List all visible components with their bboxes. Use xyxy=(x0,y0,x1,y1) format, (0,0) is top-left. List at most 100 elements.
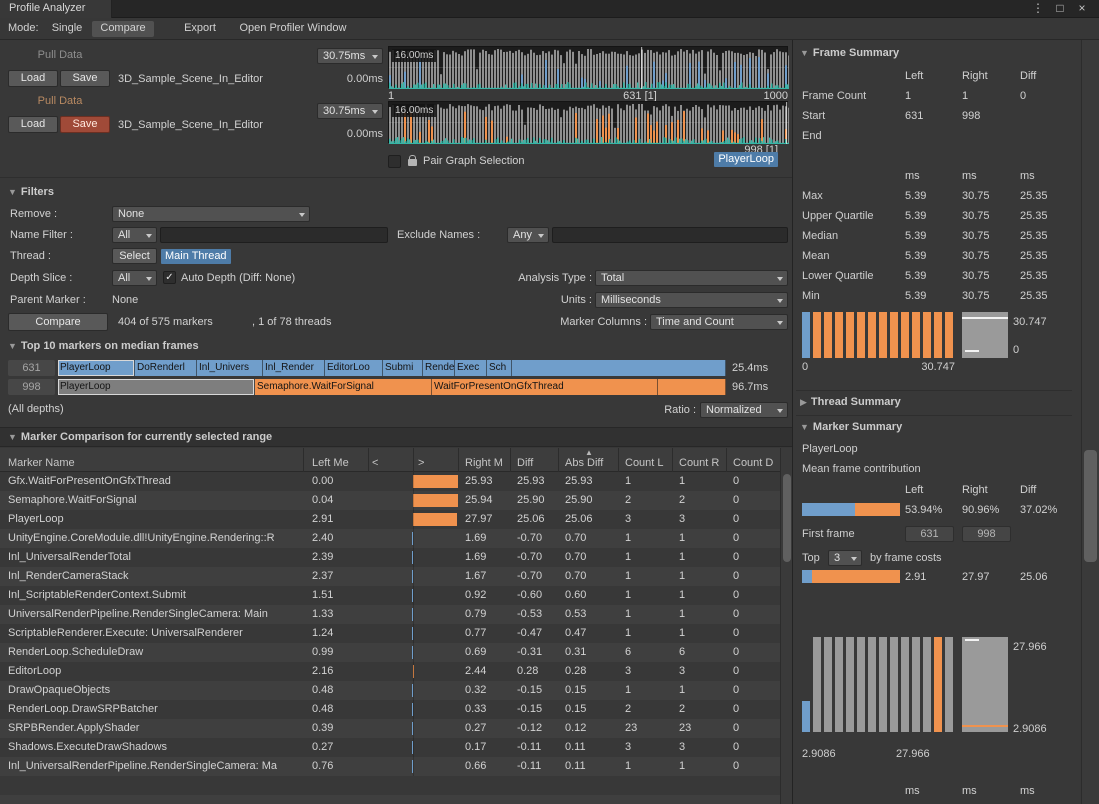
cell-count-right: 1 xyxy=(679,475,725,488)
frame-graph-right[interactable]: 16.00ms xyxy=(388,101,788,143)
save-right-button[interactable]: Save xyxy=(60,116,110,133)
mode-compare-button[interactable]: Compare xyxy=(92,21,154,37)
table-row[interactable]: Semaphore.WaitForSignal0.0425.9425.9025.… xyxy=(0,491,780,510)
top10-segment[interactable]: Sch xyxy=(487,360,512,376)
top10-segment[interactable] xyxy=(512,360,726,376)
top10-segment[interactable]: Inl_Univers xyxy=(197,360,263,376)
ratio-dropdown[interactable]: Normalized xyxy=(700,402,788,418)
top10-segment[interactable]: EditorLoo xyxy=(325,360,383,376)
compare-button[interactable]: Compare xyxy=(8,313,108,331)
pair-graph-selection-checkbox[interactable] xyxy=(388,155,401,168)
cell-count-left: 1 xyxy=(625,570,671,583)
column-header[interactable]: Right M xyxy=(465,457,509,469)
frame-graph-left[interactable]: 16.00ms xyxy=(388,46,788,88)
mode-single-button[interactable]: Single xyxy=(44,21,90,37)
table-row[interactable]: RenderLoop.DrawSRPBatcher0.480.33-0.150.… xyxy=(0,700,780,719)
table-row[interactable]: Gfx.WaitForPresentOnGfxThread0.0025.9325… xyxy=(0,472,780,491)
table-row[interactable]: PlayerLoop2.9127.9725.0625.06330 xyxy=(0,510,780,529)
table-row[interactable]: ScriptableRenderer.Execute: UniversalRen… xyxy=(0,624,780,643)
load-right-button[interactable]: Load xyxy=(8,116,58,133)
top10-segment[interactable]: Semaphore.WaitForSignal xyxy=(255,379,432,395)
cost-left-value: 2.91 xyxy=(905,571,926,583)
cell-count-right: 6 xyxy=(679,646,725,659)
first-frame-right-button[interactable]: 998 xyxy=(962,526,1011,542)
histogram-bar xyxy=(802,701,810,732)
save-left-button[interactable]: Save xyxy=(60,70,110,87)
cell-marker-name: ScriptableRenderer.Execute: UniversalRen… xyxy=(8,627,302,640)
table-row[interactable]: EditorLoop2.162.440.280.28330 xyxy=(0,662,780,681)
window-tab[interactable]: Profile Analyzer xyxy=(0,0,112,18)
depth-slice-dropdown[interactable]: All xyxy=(112,270,157,286)
top10-segment[interactable] xyxy=(658,379,726,395)
top10-segment[interactable]: Inl_Render xyxy=(263,360,325,376)
cell-marker-name: RenderLoop.ScheduleDraw xyxy=(8,646,302,659)
column-header[interactable]: Marker Name xyxy=(8,457,300,469)
first-frame-left-button[interactable]: 631 xyxy=(905,526,954,542)
scrollbar-thumb[interactable] xyxy=(1084,450,1097,562)
exclude-mode-dropdown[interactable]: Any xyxy=(507,227,549,243)
table-row[interactable]: UniversalRenderPipeline.RenderSingleCame… xyxy=(0,605,780,624)
histogram-bar xyxy=(901,312,909,358)
table-row[interactable]: SRPBRender.ApplyShader0.390.27-0.120.122… xyxy=(0,719,780,738)
column-header[interactable]: < xyxy=(372,457,410,469)
column-header[interactable]: Left Me xyxy=(312,457,364,469)
column-header[interactable]: Count L xyxy=(625,457,671,469)
auto-depth-checkbox[interactable]: ✓ xyxy=(163,271,176,284)
marker-summary-header[interactable]: ▼Marker Summary xyxy=(800,421,902,433)
name-filter-mode-dropdown[interactable]: All xyxy=(112,227,157,243)
pull-data-right-button[interactable]: Pull Data xyxy=(30,95,90,107)
thread-select-button[interactable]: Select xyxy=(112,248,157,264)
top10-section-header[interactable]: ▼Top 10 markers on median frames xyxy=(8,340,199,352)
marker-columns-dropdown[interactable]: Time and Count xyxy=(650,314,788,330)
graph-right-scale-dropdown[interactable]: 30.75ms xyxy=(317,103,383,119)
marker-table-scrollbar[interactable] xyxy=(780,448,792,804)
scrollbar-thumb[interactable] xyxy=(783,474,791,562)
column-header[interactable]: Count D xyxy=(733,457,778,469)
graph-left-scale-dropdown[interactable]: 30.75ms xyxy=(317,48,383,64)
filters-section-header[interactable]: ▼Filters xyxy=(8,186,54,198)
diff-bar xyxy=(413,494,458,507)
column-header[interactable]: Count R xyxy=(679,457,725,469)
units-dropdown[interactable]: Milliseconds xyxy=(595,292,788,308)
top-n-dropdown[interactable]: 3 xyxy=(828,550,862,566)
right-panel-scrollbar[interactable] xyxy=(1081,40,1099,804)
thread-summary-header[interactable]: ▶Thread Summary xyxy=(800,396,901,408)
contribution-left-value: 53.94% xyxy=(905,504,942,516)
frame-summary-header[interactable]: ▼Frame Summary xyxy=(800,47,899,59)
table-row[interactable]: Inl_UniversalRenderTotal2.391.69-0.700.7… xyxy=(0,548,780,567)
table-row[interactable]: DrawOpaqueObjects0.480.32-0.150.15110 xyxy=(0,681,780,700)
top10-segment[interactable]: DoRenderl xyxy=(135,360,197,376)
pull-data-left-button[interactable]: Pull Data xyxy=(30,49,90,61)
column-header[interactable]: Diff xyxy=(517,457,557,469)
top10-segment[interactable]: Exec xyxy=(455,360,487,376)
histogram-bar xyxy=(912,312,920,358)
table-row[interactable]: Inl_RenderCameraStack2.371.67-0.700.7011… xyxy=(0,567,780,586)
table-row[interactable]: RenderLoop.ScheduleDraw0.990.69-0.310.31… xyxy=(0,643,780,662)
cell-abs-diff: 0.53 xyxy=(565,608,615,621)
top10-segment[interactable]: WaitForPresentOnGfxThread xyxy=(432,379,658,395)
table-row[interactable]: Inl_UniversalRenderPipeline.RenderSingle… xyxy=(0,757,780,776)
top10-segment[interactable]: PlayerLoop xyxy=(58,379,255,395)
name-filter-input[interactable] xyxy=(160,227,388,243)
cell-marker-name: SRPBRender.ApplyShader xyxy=(8,722,302,735)
table-row[interactable]: Shadows.ExecuteDrawShadows0.270.17-0.110… xyxy=(0,738,780,757)
histogram-bar xyxy=(934,637,942,732)
marker-summary-title: Marker Summary xyxy=(813,421,902,433)
marker-comparison-header[interactable]: ▼Marker Comparison for currently selecte… xyxy=(0,427,792,447)
exclude-names-input[interactable] xyxy=(552,227,788,243)
histogram-bar xyxy=(890,312,898,358)
cell-count-left: 6 xyxy=(625,646,671,659)
remove-dropdown[interactable]: None xyxy=(112,206,310,222)
load-left-button[interactable]: Load xyxy=(8,70,58,87)
top10-segment[interactable]: Submi xyxy=(383,360,423,376)
table-row[interactable]: UnityEngine.CoreModule.dll!UnityEngine.R… xyxy=(0,529,780,548)
top10-segment[interactable]: Rende xyxy=(423,360,455,376)
open-profiler-window-button[interactable]: Open Profiler Window xyxy=(228,21,358,37)
column-header[interactable]: > xyxy=(418,457,456,469)
table-row[interactable]: Inl_ScriptableRenderContext.Submit1.510.… xyxy=(0,586,780,605)
export-button[interactable]: Export xyxy=(176,21,224,37)
top10-segment[interactable]: PlayerLoop xyxy=(58,360,135,376)
analysis-type-dropdown[interactable]: Total xyxy=(595,270,788,286)
cell-count-right: 1 xyxy=(679,570,725,583)
column-header[interactable]: Abs Diff xyxy=(565,457,615,469)
